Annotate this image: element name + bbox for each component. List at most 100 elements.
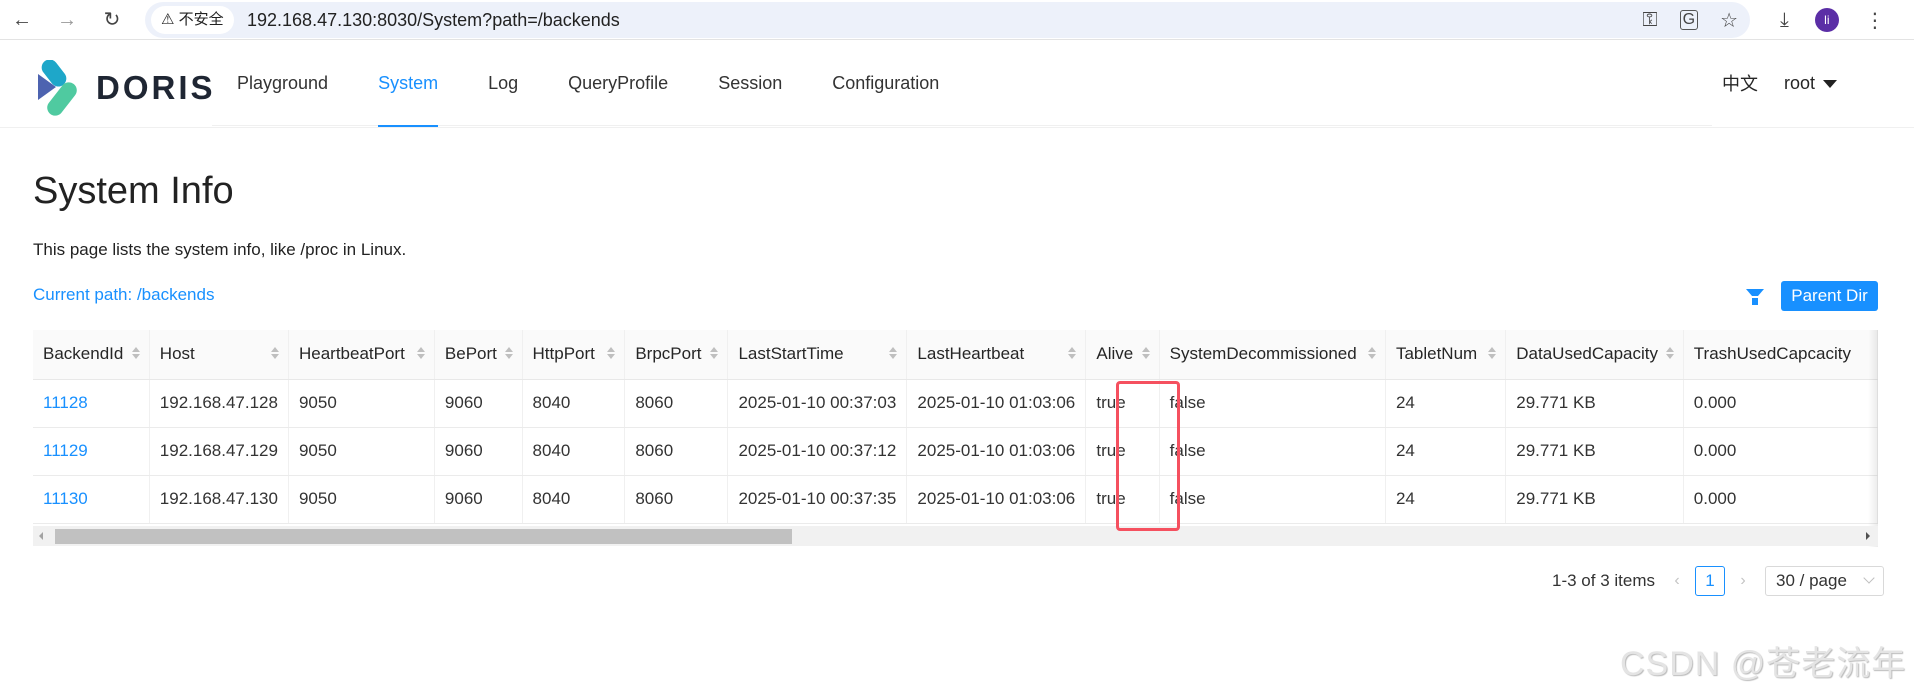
translate-icon[interactable]: G (1679, 10, 1699, 30)
table-cell: 29.771 KB (1505, 427, 1684, 476)
column-header[interactable]: HttpPort (522, 330, 626, 380)
column-header[interactable]: BackendId (33, 330, 150, 380)
nav-queryprofile[interactable]: QueryProfile (546, 40, 690, 126)
column-header[interactable]: Host (149, 330, 289, 380)
column-header[interactable]: DataUsedCapacity (1505, 330, 1684, 380)
download-icon[interactable]: ⤓ (1780, 9, 1789, 32)
table-cell: 29.771 KB (1505, 379, 1684, 428)
sort-icon[interactable] (1067, 347, 1077, 361)
nav-session[interactable]: Session (696, 40, 804, 126)
sort-icon[interactable] (888, 347, 898, 361)
nav-system[interactable]: System (356, 40, 460, 127)
scroll-right-icon[interactable] (1866, 532, 1870, 540)
sort-icon[interactable] (1367, 347, 1377, 361)
column-header[interactable]: TabletNum (1385, 330, 1507, 380)
table-header-row: BackendId Host HeartbeatPort BePort Http… (33, 330, 1878, 380)
table-cell: 9060 (434, 427, 523, 476)
page-number-button[interactable]: 1 (1695, 566, 1725, 596)
security-chip[interactable]: ⚠ 不安全 (151, 6, 234, 34)
watermark: CSDN @苍老流年 (1620, 645, 1907, 683)
column-header[interactable]: BrpcPort (624, 330, 729, 380)
table-cell: 192.168.47.128 (149, 379, 289, 428)
page-size-select[interactable]: 30 / page (1765, 566, 1884, 596)
table-cell: true (1085, 379, 1160, 428)
user-name: root (1784, 72, 1816, 93)
user-menu[interactable]: root (1784, 72, 1838, 94)
address-bar[interactable]: ⚠ 不安全 192.168.47.130:8030/System?path=/b… (145, 2, 1750, 38)
scrollbar-thumb[interactable] (55, 529, 792, 544)
column-header[interactable]: HeartbeatPort (288, 330, 435, 380)
sort-icon[interactable] (1141, 347, 1151, 361)
table-cell: false (1159, 475, 1386, 524)
app-header: DORIS Playground System Log QueryProfile… (0, 40, 1914, 128)
sort-icon[interactable] (131, 347, 141, 361)
profile-avatar[interactable]: li (1814, 8, 1839, 32)
backend-id-link[interactable]: 11130 (33, 475, 150, 524)
forward-icon[interactable]: → (54, 7, 80, 33)
table-cell: 24 (1385, 427, 1507, 476)
warning-icon: ⚠ (161, 11, 175, 28)
filter-icon[interactable] (1746, 289, 1764, 305)
table-cell: 9060 (434, 379, 523, 428)
table-cell: 0.000 (1683, 475, 1878, 524)
table-cell: 0.000 (1683, 427, 1878, 476)
security-label: 不安全 (178, 11, 224, 28)
nav-configuration[interactable]: Configuration (810, 40, 961, 126)
table-cell: 2025-01-10 01:03:06 (906, 427, 1087, 476)
table-cell: 8060 (624, 475, 729, 524)
sort-icon[interactable] (416, 347, 426, 361)
table-cell: 0.000 (1683, 379, 1878, 428)
backend-id-link[interactable]: 11128 (33, 379, 150, 428)
table-row: 11128 192.168.47.128 9050 9060 8040 8060 2025-… (33, 379, 1878, 428)
table-cell: 24 (1385, 475, 1507, 524)
table-cell: 2025-01-10 00:37:35 (727, 475, 908, 524)
current-path: Current path: /backends (33, 285, 215, 304)
column-header[interactable]: SystemDecommissioned (1159, 330, 1386, 380)
scroll-shadow (1868, 330, 1878, 547)
menu-icon[interactable]: ⋮ (1865, 8, 1885, 33)
table-cell: 24 (1385, 379, 1507, 428)
column-header[interactable]: TrashUsedCapcacity (1683, 330, 1878, 380)
column-header[interactable]: Alive (1085, 330, 1160, 380)
caret-down-icon (1823, 79, 1838, 88)
nav-playground[interactable]: Playground (215, 40, 350, 126)
chevron-down-icon (1863, 572, 1875, 584)
main-nav: Playground System Log QueryProfile Sessi… (212, 40, 1712, 127)
backend-id-link[interactable]: 11129 (33, 427, 150, 476)
doris-logo-icon (38, 60, 77, 116)
back-icon[interactable]: ← (9, 7, 35, 33)
star-icon[interactable]: ☆ (1720, 8, 1738, 33)
column-header[interactable]: BePort (434, 330, 523, 380)
reload-icon[interactable]: ↻ (99, 7, 125, 33)
table-cell: false (1159, 427, 1386, 476)
doris-logo[interactable]: DORIS (36, 60, 216, 116)
key-icon[interactable]: ⚿ (1642, 9, 1657, 32)
sort-icon[interactable] (504, 347, 514, 361)
table-cell: 9050 (288, 475, 435, 524)
next-page-icon[interactable]: › (1733, 572, 1753, 590)
prev-page-icon[interactable]: ‹ (1667, 572, 1687, 590)
column-header[interactable]: LastHeartbeat (906, 330, 1087, 380)
table-cell: 2025-01-10 01:03:06 (906, 475, 1087, 524)
sort-icon[interactable] (1487, 347, 1497, 361)
pagination-total: 1-3 of 3 items (1552, 571, 1655, 590)
scroll-left-icon[interactable] (39, 532, 43, 540)
horizontal-scrollbar[interactable] (33, 526, 1878, 546)
table-cell: 2025-01-10 00:37:03 (727, 379, 908, 428)
nav-log[interactable]: Log (466, 40, 540, 126)
page-description: This page lists the system info, like /p… (33, 240, 407, 259)
url-text[interactable]: 192.168.47.130:8030/System?path=/backend… (247, 2, 620, 38)
sort-icon[interactable] (709, 347, 719, 361)
table-cell: 192.168.47.130 (149, 475, 289, 524)
sort-icon[interactable] (1665, 347, 1675, 361)
table-cell: true (1085, 427, 1160, 476)
sort-icon[interactable] (606, 347, 616, 361)
sort-icon[interactable] (270, 347, 280, 361)
table-cell: 8060 (624, 379, 729, 428)
pagination: 1-3 of 3 items ‹ 1 › 30 / page (1552, 566, 1884, 596)
parent-dir-button[interactable]: Parent Dir (1781, 281, 1878, 311)
language-switch[interactable]: 中文 (1722, 70, 1758, 96)
page-title: System Info (33, 170, 234, 212)
column-header[interactable]: LastStartTime (727, 330, 908, 380)
table-cell: false (1159, 379, 1386, 428)
